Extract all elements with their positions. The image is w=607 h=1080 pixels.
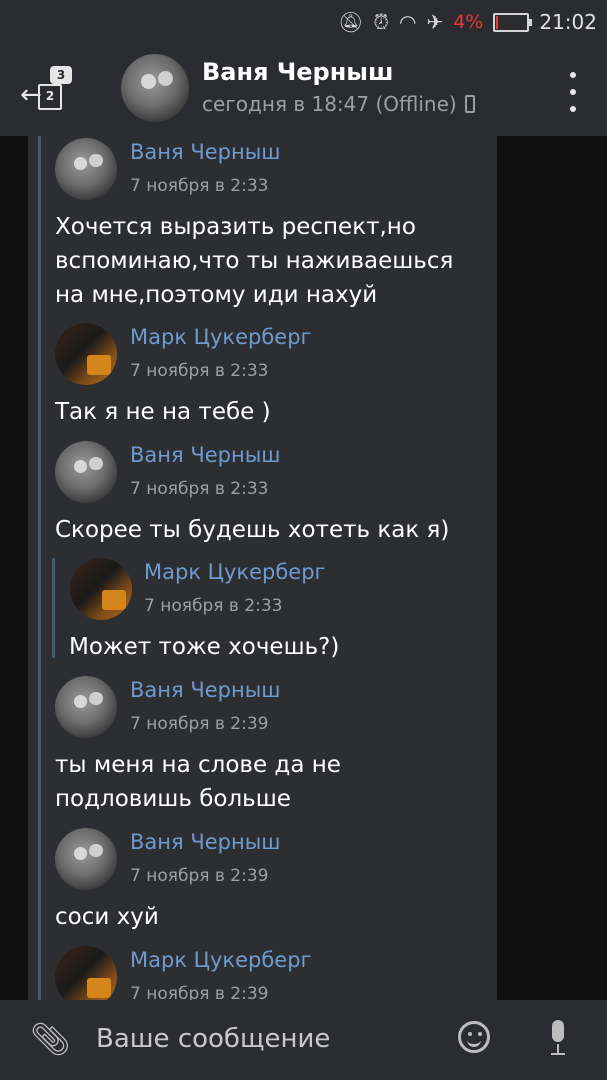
message-time: 7 ноября в 2:39 [130,714,269,734]
chat-area[interactable]: Ваня Черныш 7 ноября в 2:33 Хочется выра… [0,136,607,1000]
message-input[interactable]: Ваше сообщение [96,1024,330,1054]
message-avatar[interactable] [55,676,117,738]
forwarded-message: Ваня Черныш 7 ноября в 2:39 соси хуй [28,828,497,938]
message-text: ты меня на слове да не подловишь больше [55,752,341,812]
menu-dot [570,72,576,78]
message-time: 7 ноября в 2:33 [130,479,269,499]
message-author[interactable]: Ваня Черныш [130,443,281,467]
message-avatar[interactable] [55,441,117,503]
clock: 21:02 [539,10,597,34]
contact-status: сегодня в 18:47 (Offline) [202,92,475,116]
forwarded-messages-bubble[interactable]: Ваня Черныш 7 ноября в 2:33 Хочется выра… [28,136,497,1000]
mobile-phone-icon [464,95,475,113]
message-time: 7 ноября в 2:33 [144,596,283,616]
contact-avatar[interactable] [121,54,189,122]
message-text: Хочется выразить респект,но вспоминаю,чт… [55,214,454,308]
message-avatar[interactable] [55,946,117,1000]
battery-percent: 4% [453,11,484,33]
message-text: Может тоже хочешь?) [69,634,340,660]
airplane-icon: ✈ [426,10,444,34]
message-author[interactable]: Ваня Черныш [130,830,281,854]
forwarded-message: Марк Цукерберг 7 ноября в 2:39 [28,946,497,1000]
message-avatar[interactable] [70,558,132,620]
mute-icon: 🔕︎ [337,10,364,34]
mic-base [551,1053,565,1055]
message-author[interactable]: Марк Цукерберг [130,325,312,349]
message-text: соси хуй [55,904,159,930]
message-avatar[interactable] [55,828,117,890]
battery-fill [496,15,499,29]
status-icons: 🔕︎ ⏰︎ ◠ ✈ 4% 21:02 [338,8,597,36]
message-author[interactable]: Ваня Черныш [130,140,281,164]
more-menu-button[interactable] [567,72,579,112]
message-author[interactable]: Ваня Черныш [130,678,281,702]
message-avatar[interactable] [55,138,117,200]
forwarded-message: Ваня Черныш 7 ноября в 2:39 ты меня на с… [28,676,497,826]
microphone-icon[interactable] [548,1020,568,1058]
mic-head [552,1020,564,1042]
last-seen: сегодня в 18:47 (Offline) [202,92,457,116]
wifi-icon: ◠ [398,10,417,34]
forwarded-message: Ваня Черныш 7 ноября в 2:33 Хочется выра… [28,138,497,318]
attach-icon[interactable]: 📎︎ [30,1020,71,1058]
message-time: 7 ноября в 2:33 [130,176,269,196]
nested-forwarded-message: Марк Цукерберг 7 ноября в 2:33 Может тож… [28,558,497,668]
nested-quote-line [52,558,55,658]
forwarded-message: Ваня Черныш 7 ноября в 2:33 Скорее ты бу… [28,441,497,551]
message-text: Так я не на тебе ) [55,399,271,425]
message-time: 7 ноября в 2:33 [130,361,269,381]
message-author[interactable]: Марк Цукерберг [144,560,326,584]
message-author[interactable]: Марк Цукерберг [130,948,312,972]
back-button[interactable]: ← 2 3 [20,66,76,114]
alarm-icon: ⏰︎ [373,10,389,34]
menu-dot [570,106,576,112]
contact-name[interactable]: Ваня Черныш [202,58,393,86]
message-avatar[interactable] [55,323,117,385]
menu-dot [570,89,576,95]
forwarded-doc-icon: 2 [38,84,62,110]
emoji-icon[interactable] [458,1021,490,1053]
unread-badge: 3 [50,66,72,84]
forwarded-message: Марк Цукерберг 7 ноября в 2:33 Так я не … [28,323,497,433]
battery-icon [493,12,533,32]
message-input-bar: 📎︎ Ваше сообщение [0,1000,607,1080]
message-text: Скорее ты будешь хотеть как я) [55,517,450,543]
status-bar: 🔕︎ ⏰︎ ◠ ✈ 4% 21:02 [0,0,607,44]
message-time: 7 ноября в 2:39 [130,866,269,886]
message-time: 7 ноября в 2:39 [130,984,269,1000]
chat-header: ← 2 3 Ваня Черныш сегодня в 18:47 (Offli… [0,44,607,136]
